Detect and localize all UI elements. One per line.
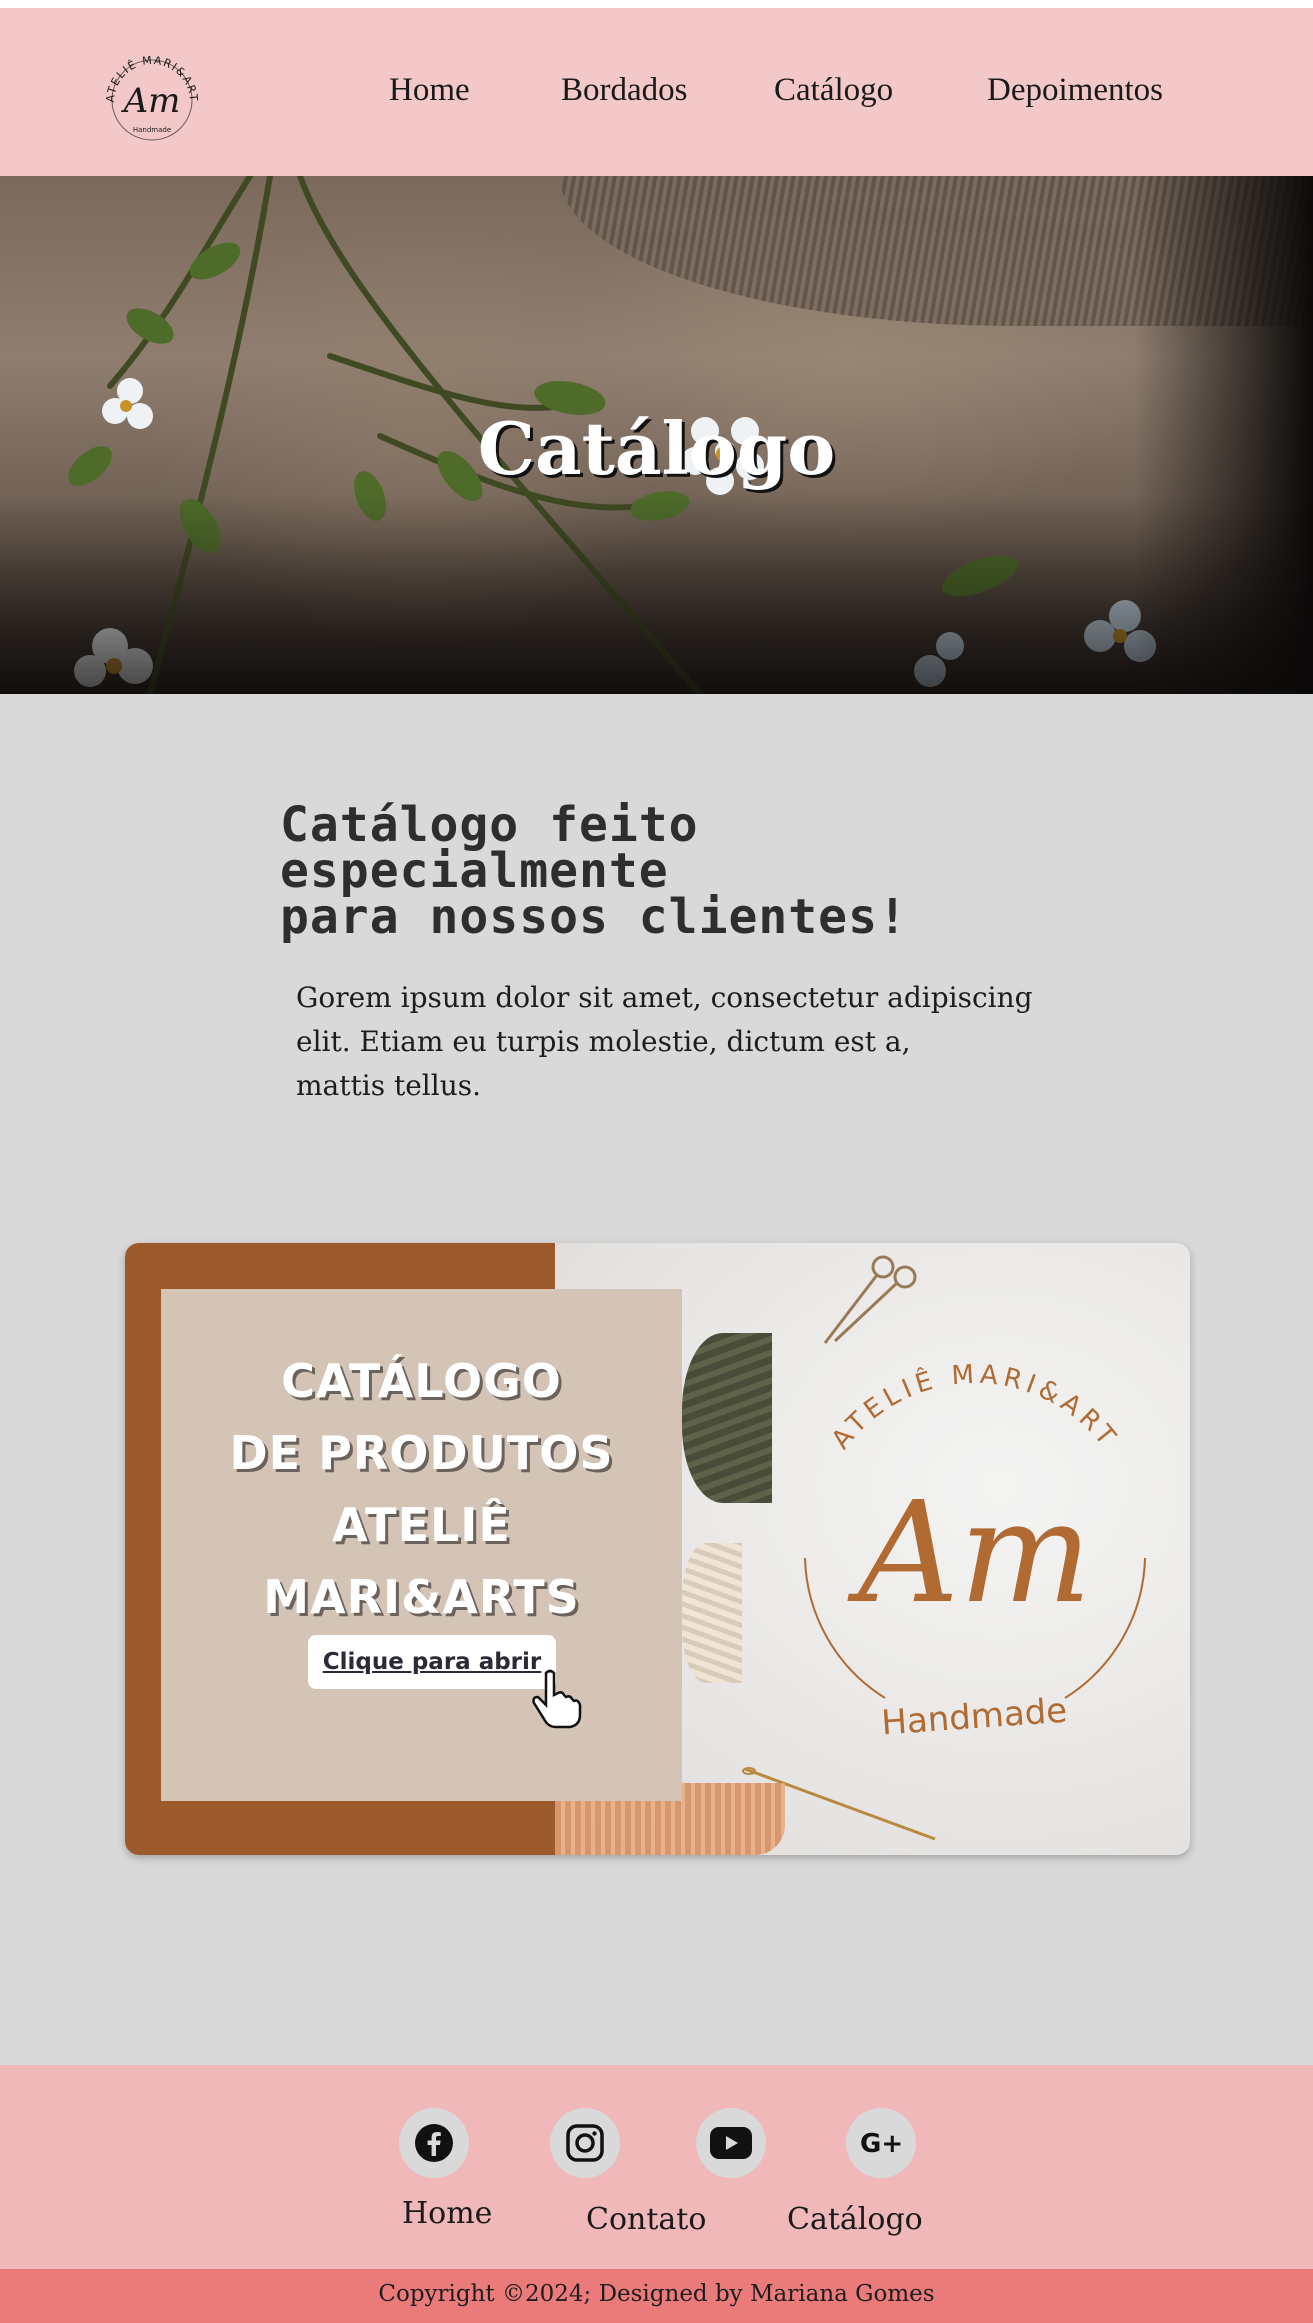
site-footer <box>0 2065 1313 2269</box>
footer-link-home[interactable]: Home <box>402 2196 492 2231</box>
footer-link-catalogo[interactable]: Catálogo <box>787 2202 923 2237</box>
emblem-brand-text: ATELIÊ MARI&ART <box>826 1360 1119 1456</box>
logo-tagline: Handmade <box>133 126 171 134</box>
paragraph-line-1: Gorem ipsum dolor sit amet, consectetur … <box>296 981 1033 1014</box>
youtube-icon[interactable] <box>696 2108 766 2178</box>
catalog-card-title: CATÁLOGO DE PRODUTOS ATELIÊ MARI&ARTS <box>161 1345 682 1633</box>
emblem-tagline: Handmade <box>880 1691 1068 1744</box>
card-title-line-3: ATELIÊ <box>332 1498 511 1552</box>
footer-link-contato[interactable]: Contato <box>586 2202 706 2237</box>
intro-headline: Catálogo feito especialmente para nossos… <box>280 797 1080 945</box>
hero-gradient <box>0 494 1313 694</box>
brand-logo[interactable]: ATELIÊ MARI&ART Am Handmade <box>96 42 208 154</box>
logo-monogram: Am <box>121 81 181 121</box>
paragraph-line-2: elit. Etiam eu turpis molestie, dictum e… <box>296 1025 911 1058</box>
open-catalog-button[interactable]: Clique para abrir <box>308 1635 556 1689</box>
facebook-icon[interactable] <box>399 2108 469 2178</box>
card-title-line-1: CATÁLOGO <box>281 1354 562 1408</box>
nav-catalogo[interactable]: Catálogo <box>774 72 893 109</box>
paragraph-line-3: mattis tellus. <box>296 1069 482 1102</box>
headline-line-2: para nossos clientes! <box>280 889 908 945</box>
scissors-icon <box>823 1255 917 1344</box>
yarn-green-image <box>682 1333 772 1503</box>
nav-bordados[interactable]: Bordados <box>561 72 688 109</box>
brand-emblem-logo: ATELIÊ MARI&ART Am Handmade <box>804 1360 1146 1744</box>
intro-paragraph: Gorem ipsum dolor sit amet, consectetur … <box>296 976 1056 1108</box>
emblem-monogram: Am <box>847 1472 1092 1635</box>
card-title-line-4: MARI&ARTS <box>263 1570 580 1624</box>
catalog-card[interactable]: ATELIÊ MARI&ART Am Handmade CATÁLOGO DE … <box>125 1243 1190 1855</box>
svg-text:ATELIÊ MARI&ART: ATELIÊ MARI&ART <box>826 1360 1124 1456</box>
hero-title: Catálogo <box>477 406 836 491</box>
card-title-line-2: DE PRODUTOS <box>229 1426 614 1480</box>
nav-depoimentos[interactable]: Depoimentos <box>987 72 1163 109</box>
headline-line-1: Catálogo feito especialmente <box>280 797 699 899</box>
copyright-text: Copyright ©2024; Designed by Mariana Gom… <box>378 2281 935 2307</box>
top-strip <box>0 0 1313 8</box>
pointer-hand-icon <box>532 1669 582 1729</box>
instagram-icon[interactable] <box>550 2108 620 2178</box>
yarn-cream-image <box>682 1543 742 1683</box>
google-plus-icon[interactable]: G+ <box>846 2108 916 2178</box>
nav-home[interactable]: Home <box>389 72 470 109</box>
svg-text:G+: G+ <box>860 2129 902 2158</box>
